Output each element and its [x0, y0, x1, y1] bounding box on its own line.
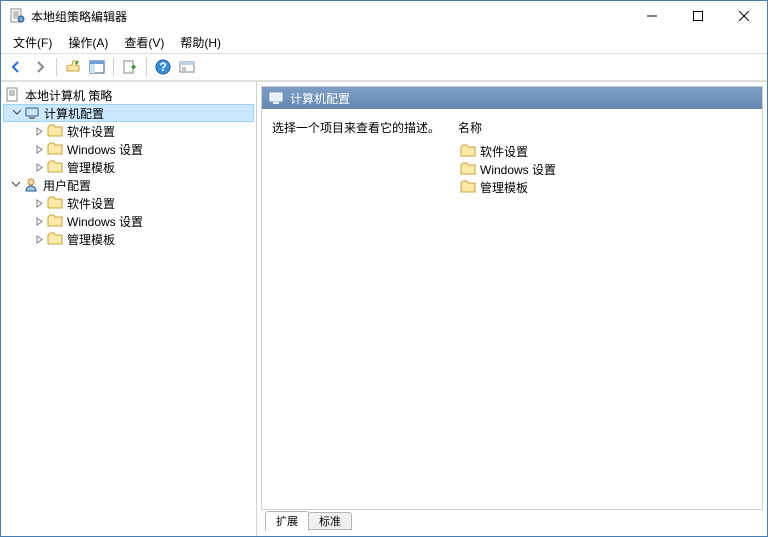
computer-icon [268, 90, 284, 106]
list-item-label: Windows 设置 [480, 161, 556, 178]
tree-label: 软件设置 [67, 195, 115, 212]
close-button[interactable] [721, 1, 767, 31]
toolbar: ? [1, 53, 767, 81]
export-button[interactable] [119, 56, 141, 78]
tree-user-config[interactable]: 用户配置 [3, 176, 254, 194]
tree-label: 用户配置 [43, 177, 91, 194]
list-item-label: 管理模板 [480, 179, 528, 196]
detail-title: 计算机配置 [290, 90, 350, 107]
tree-label: Windows 设置 [67, 213, 143, 230]
menu-view[interactable]: 查看(V) [116, 32, 172, 53]
minimize-button[interactable] [629, 1, 675, 31]
tab-standard[interactable]: 标准 [308, 512, 352, 530]
toolbar-separator [146, 58, 147, 76]
tree-root[interactable]: 本地计算机 策略 [3, 86, 254, 104]
folder-icon [47, 141, 63, 157]
detail-header: 计算机配置 [262, 87, 762, 109]
folder-icon [47, 213, 63, 229]
forward-button[interactable] [29, 56, 51, 78]
folder-icon [47, 231, 63, 247]
list-item-label: 软件设置 [480, 143, 528, 160]
expand-icon[interactable] [33, 233, 45, 245]
folder-icon [47, 123, 63, 139]
list-item[interactable]: 软件设置 [458, 142, 752, 160]
tree-label: 本地计算机 策略 [25, 87, 112, 104]
collapse-icon[interactable] [9, 179, 21, 191]
window-title: 本地组策略编辑器 [31, 8, 629, 25]
help-button[interactable]: ? [152, 56, 174, 78]
expand-icon[interactable] [33, 215, 45, 227]
collapse-icon[interactable] [10, 107, 22, 119]
tree-label: Windows 设置 [67, 141, 143, 158]
folder-icon [460, 179, 476, 195]
tree-windows-settings[interactable]: Windows 设置 [3, 140, 254, 158]
maximize-button[interactable] [675, 1, 721, 31]
menubar: 文件(F) 操作(A) 查看(V) 帮助(H) [1, 31, 767, 53]
up-button[interactable] [62, 56, 84, 78]
tree-pane[interactable]: 本地计算机 策略 计算机配置 软件设置 Windows 设置 管理模板 [1, 82, 257, 536]
tree-admin-templates[interactable]: 管理模板 [3, 158, 254, 176]
detail-pane: 计算机配置 选择一个项目来查看它的描述。 名称 软件设置 [257, 82, 767, 536]
content-area: 本地计算机 策略 计算机配置 软件设置 Windows 设置 管理模板 [1, 81, 767, 536]
expand-icon[interactable] [33, 161, 45, 173]
folder-icon [460, 143, 476, 159]
policy-icon [5, 87, 21, 103]
menu-file[interactable]: 文件(F) [5, 32, 60, 53]
filter-button[interactable] [176, 56, 198, 78]
name-column-header[interactable]: 名称 [458, 119, 752, 136]
tree-label: 管理模板 [67, 159, 115, 176]
app-icon [9, 8, 25, 24]
detail-body: 选择一个项目来查看它的描述。 名称 软件设置 Windows 设置 [262, 109, 762, 509]
user-icon [23, 177, 39, 193]
expand-icon[interactable] [33, 143, 45, 155]
show-hide-tree-button[interactable] [86, 56, 108, 78]
app-window: 本地组策略编辑器 文件(F) 操作(A) 查看(V) 帮助(H) ? 本地计算机… [0, 0, 768, 537]
tree-label: 软件设置 [67, 123, 115, 140]
description-prompt: 选择一个项目来查看它的描述。 [272, 119, 442, 136]
tree-admin-templates[interactable]: 管理模板 [3, 230, 254, 248]
svg-text:?: ? [159, 60, 166, 74]
tree-windows-settings[interactable]: Windows 设置 [3, 212, 254, 230]
toolbar-separator [56, 58, 57, 76]
folder-icon [460, 161, 476, 177]
back-button[interactable] [5, 56, 27, 78]
toolbar-separator [113, 58, 114, 76]
tree-computer-config[interactable]: 计算机配置 [3, 104, 254, 122]
tree-software-settings[interactable]: 软件设置 [3, 122, 254, 140]
folder-icon [47, 159, 63, 175]
expand-icon[interactable] [33, 197, 45, 209]
list-column: 名称 软件设置 Windows 设置 管理模板 [458, 119, 752, 499]
menu-help[interactable]: 帮助(H) [172, 32, 229, 53]
tree-software-settings[interactable]: 软件设置 [3, 194, 254, 212]
folder-icon [47, 195, 63, 211]
expand-icon[interactable] [33, 125, 45, 137]
list-item[interactable]: 管理模板 [458, 178, 752, 196]
tree-label: 管理模板 [67, 231, 115, 248]
titlebar: 本地组策略编辑器 [1, 1, 767, 31]
detail-box: 计算机配置 选择一个项目来查看它的描述。 名称 软件设置 [261, 86, 763, 510]
computer-icon [24, 105, 40, 121]
menu-action[interactable]: 操作(A) [60, 32, 116, 53]
tree-label: 计算机配置 [44, 105, 104, 122]
list-item[interactable]: Windows 设置 [458, 160, 752, 178]
description-column: 选择一个项目来查看它的描述。 [272, 119, 442, 499]
tab-strip: 扩展 标准 [261, 510, 763, 532]
tab-extended[interactable]: 扩展 [265, 511, 309, 531]
